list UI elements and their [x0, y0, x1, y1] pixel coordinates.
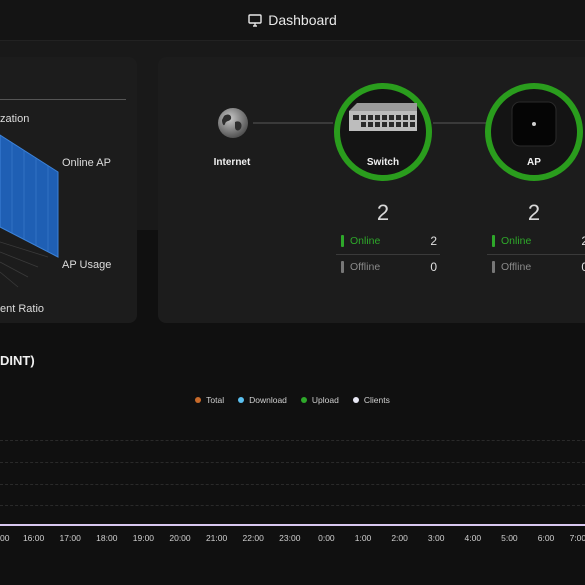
ap-count: 2 — [527, 200, 541, 225]
legend-item-total[interactable]: Total — [195, 395, 224, 405]
legend-label-download: Download — [249, 395, 287, 405]
radar-chart — [0, 134, 59, 288]
online-indicator — [341, 235, 344, 247]
legend-dot-upload — [300, 397, 307, 403]
top-bar: Dashboard — [0, 0, 585, 41]
switch-online-value: 2 — [430, 234, 437, 248]
offline-indicator — [341, 261, 344, 273]
clients-series-line — [0, 524, 585, 526]
online-indicator — [492, 235, 495, 247]
x-axis-tick: 17:00 — [59, 533, 81, 543]
x-axis-tick: 18:00 — [96, 533, 118, 543]
topology-card: Internet Switch 2 Online 2 Offline 0 AP … — [158, 57, 585, 323]
legend-label-clients: Clients — [363, 395, 390, 405]
traffic-title-fragment: DINT) — [0, 353, 35, 368]
x-axis-tick: 19:00 — [132, 533, 155, 543]
x-axis-tick: 20:00 — [169, 533, 191, 543]
legend-dot-download — [238, 397, 245, 403]
radar-chart-card: zation Online AP AP Usage ent Ratio — [0, 57, 137, 323]
access-point-icon — [511, 101, 557, 147]
x-axis-tick: 1:00 — [354, 533, 372, 543]
x-axis-tick: 00 — [0, 533, 10, 543]
x-axis-tick: 6:00 — [537, 533, 555, 543]
ap-offline-value: 0 — [581, 260, 585, 274]
legend-label-total: Total — [206, 395, 225, 405]
radar-title-fragment: zation — [0, 113, 30, 125]
x-axis-tick: 21:00 — [205, 533, 228, 543]
monitor-icon — [248, 13, 262, 27]
grid-line — [0, 462, 585, 463]
node-label-switch: Switch — [366, 157, 400, 168]
grid-line — [0, 440, 585, 441]
ap-offline-label: Offline — [501, 261, 532, 273]
switch-device-icon — [349, 103, 417, 131]
node-label-internet: Internet — [213, 157, 251, 168]
legend-item-download[interactable]: Download — [238, 395, 287, 405]
ap-online-value: 2 — [581, 234, 585, 248]
x-axis-tick: 0:00 — [318, 533, 335, 543]
grid-line — [0, 505, 585, 506]
legend-item-upload[interactable]: Upload — [300, 395, 339, 405]
node-label-ap: AP — [527, 157, 541, 168]
switch-offline-label: Offline — [350, 261, 381, 273]
radar-label-ap-usage: AP Usage — [62, 259, 112, 271]
switch-offline-value: 0 — [430, 260, 437, 274]
switch-online-label: Online — [350, 235, 381, 247]
globe-icon[interactable] — [216, 106, 250, 140]
x-axis-tick: 22:00 — [242, 533, 264, 543]
grid-line — [0, 484, 585, 485]
page-title: Dashboard — [268, 12, 337, 28]
x-axis-tick: 4:00 — [464, 533, 482, 543]
switch-offline-row: Offline 0 — [341, 257, 437, 277]
radar-label-ratio: ent Ratio — [0, 303, 45, 315]
switch-stat-divider — [336, 254, 440, 255]
switch-count: 2 — [376, 200, 390, 225]
legend-dot-total — [195, 397, 202, 403]
x-axis-tick: 7:00 — [569, 533, 585, 543]
radar-label-online-ap: Online AP — [62, 157, 111, 169]
legend-dot-clients — [352, 397, 359, 403]
ap-online-label: Online — [501, 235, 532, 247]
x-axis-tick: 2:00 — [391, 533, 408, 543]
ap-offline-row: Offline 0 — [492, 257, 585, 277]
ap-online-row: Online 2 — [492, 231, 585, 251]
x-axis-tick: 23:00 — [279, 533, 301, 543]
legend-item-clients[interactable]: Clients — [352, 395, 390, 405]
ap-stat-divider — [487, 254, 585, 255]
link-internet-switch — [253, 122, 333, 124]
offline-indicator — [492, 261, 495, 273]
x-axis-tick: 3:00 — [427, 533, 445, 543]
x-axis-tick: 5:00 — [501, 533, 518, 543]
switch-online-row: Online 2 — [341, 231, 437, 251]
traffic-legend: Total Download Upload Clients — [0, 395, 585, 405]
legend-label-upload: Upload — [311, 395, 339, 405]
x-axis-tick: 16:00 — [22, 533, 45, 543]
